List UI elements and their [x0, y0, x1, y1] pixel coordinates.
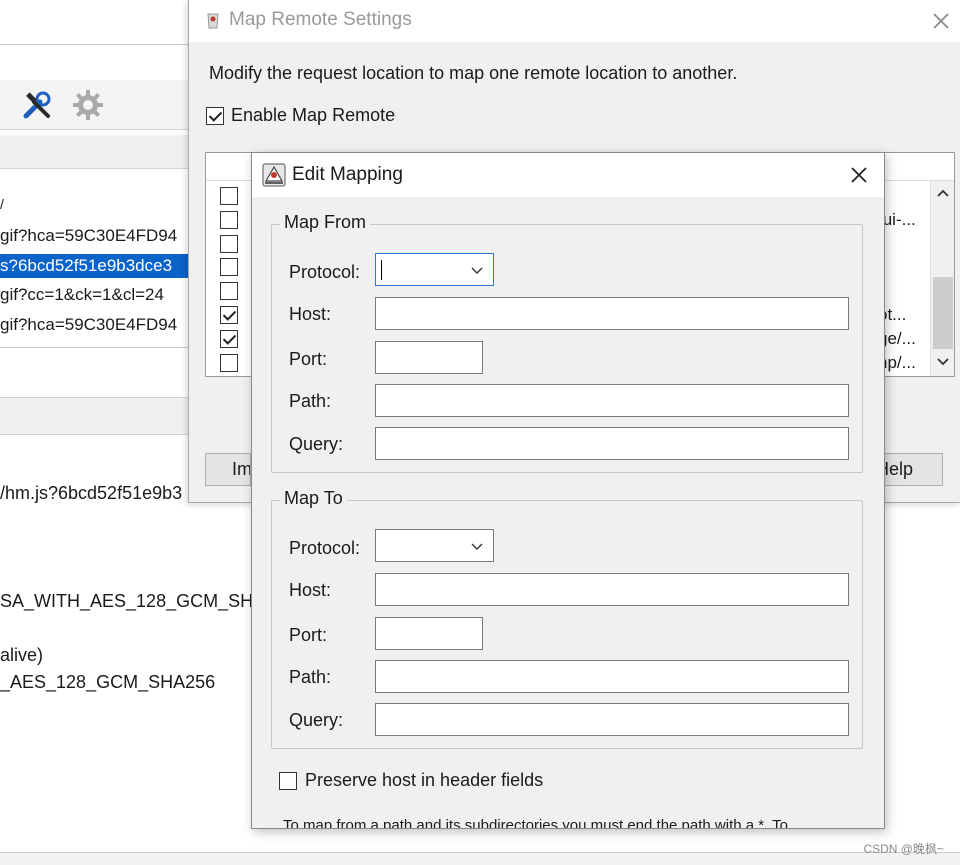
tools-icon[interactable] — [20, 88, 54, 122]
close-icon[interactable] — [846, 162, 872, 188]
chevron-down-icon — [471, 543, 483, 550]
status-bar — [0, 852, 960, 865]
mapping-enabled-checkbox[interactable] — [220, 211, 238, 229]
enable-map-remote-checkbox[interactable] — [206, 107, 224, 125]
to-host-input[interactable] — [375, 573, 849, 606]
to-path-input[interactable] — [375, 660, 849, 693]
mapping-enabled-checkbox[interactable] — [220, 187, 238, 205]
from-protocol-select[interactable] — [375, 253, 494, 286]
to-query-input[interactable] — [375, 703, 849, 736]
request-row[interactable]: gif?cc=1&ck=1&cl=24 — [0, 283, 190, 307]
tree-mark: / — [0, 196, 4, 212]
mapping-enabled-checkbox[interactable] — [220, 235, 238, 253]
detail-line: _AES_128_GCM_SHA256 — [0, 672, 216, 692]
path-label: Path: — [289, 667, 332, 687]
divider — [0, 347, 188, 348]
detail-line: /hm.js?6bcd52f51e9b3 — [0, 483, 183, 503]
port-label: Port: — [289, 625, 328, 645]
path-label: Path: — [289, 391, 332, 411]
help-note: To map from a path and its subdirectorie… — [283, 817, 788, 829]
gear-icon[interactable] — [71, 88, 105, 122]
host-label: Host: — [289, 580, 332, 600]
mapping-location-cell[interactable]: /ui-... — [878, 209, 928, 231]
request-row[interactable]: gif?hca=59C30E4FD94 — [0, 313, 190, 337]
preserve-host-label[interactable]: Preserve host in header fields — [305, 770, 543, 791]
mapping-enabled-checkbox[interactable] — [220, 258, 238, 276]
protocol-label: Protocol: — [289, 538, 361, 558]
host-label: Host: — [289, 304, 332, 324]
enable-map-remote-label[interactable]: Enable Map Remote — [231, 105, 395, 126]
mapping-location-cell[interactable]: ge/... — [878, 328, 928, 350]
query-label: Query: — [289, 710, 344, 730]
panel-header — [0, 397, 200, 435]
group-title: Map To — [280, 488, 347, 509]
mapping-enabled-checkbox[interactable] — [220, 306, 238, 324]
dialog-description: Modify the request location to map one r… — [209, 63, 738, 83]
import-button[interactable]: Import — [205, 453, 251, 486]
scroll-up-icon[interactable] — [931, 183, 955, 205]
vertical-scrollbar[interactable] — [930, 181, 954, 376]
scroll-down-icon[interactable] — [931, 352, 955, 374]
mapping-enabled-checkbox[interactable] — [220, 330, 238, 348]
map-to-group: Map To Protocol: Host: Port: Path: Query… — [271, 488, 863, 749]
charles-app-icon — [203, 11, 223, 31]
from-path-input[interactable] — [375, 384, 849, 417]
request-row[interactable]: s?6bcd52f51e9b3dce3 — [0, 254, 190, 278]
dialog-title: Edit Mapping — [292, 164, 403, 185]
group-title: Map From — [280, 212, 371, 233]
request-row[interactable]: gif?hca=59C30E4FD94 — [0, 224, 190, 248]
from-query-input[interactable] — [375, 427, 849, 460]
detail-line: alive) — [0, 645, 44, 665]
query-label: Query: — [289, 434, 344, 454]
text-caret — [381, 260, 382, 280]
divider — [0, 44, 188, 45]
mapping-enabled-checkbox[interactable] — [220, 354, 238, 372]
edit-mapping-dialog: Edit Mapping Map From Protocol: Host: Po… — [251, 152, 885, 829]
close-icon[interactable] — [928, 8, 954, 34]
panel-header — [0, 135, 200, 169]
protocol-label: Protocol: — [289, 262, 361, 282]
mapping-location-cell[interactable]: np/... — [878, 352, 928, 374]
to-protocol-select[interactable] — [375, 529, 494, 562]
charles-app-icon — [262, 163, 286, 187]
mapping-location-cell[interactable]: ot... — [878, 304, 928, 326]
to-port-input[interactable] — [375, 617, 483, 650]
port-label: Port: — [289, 349, 328, 369]
from-port-input[interactable] — [375, 341, 483, 374]
title-bar[interactable]: Edit Mapping — [252, 153, 884, 197]
scroll-thumb[interactable] — [933, 277, 953, 349]
map-from-group: Map From Protocol: Host: Port: Path: Que… — [271, 212, 863, 473]
chevron-down-icon — [471, 267, 483, 274]
from-host-input[interactable] — [375, 297, 849, 330]
mapping-enabled-checkbox[interactable] — [220, 282, 238, 300]
detail-line: SA_WITH_AES_128_GCM_SHA — [0, 591, 266, 611]
dialog-title: Map Remote Settings — [229, 9, 412, 30]
watermark: CSDN @晚枫~ — [863, 842, 944, 856]
title-bar[interactable]: Map Remote Settings — [189, 0, 960, 42]
preserve-host-checkbox[interactable] — [279, 772, 297, 790]
